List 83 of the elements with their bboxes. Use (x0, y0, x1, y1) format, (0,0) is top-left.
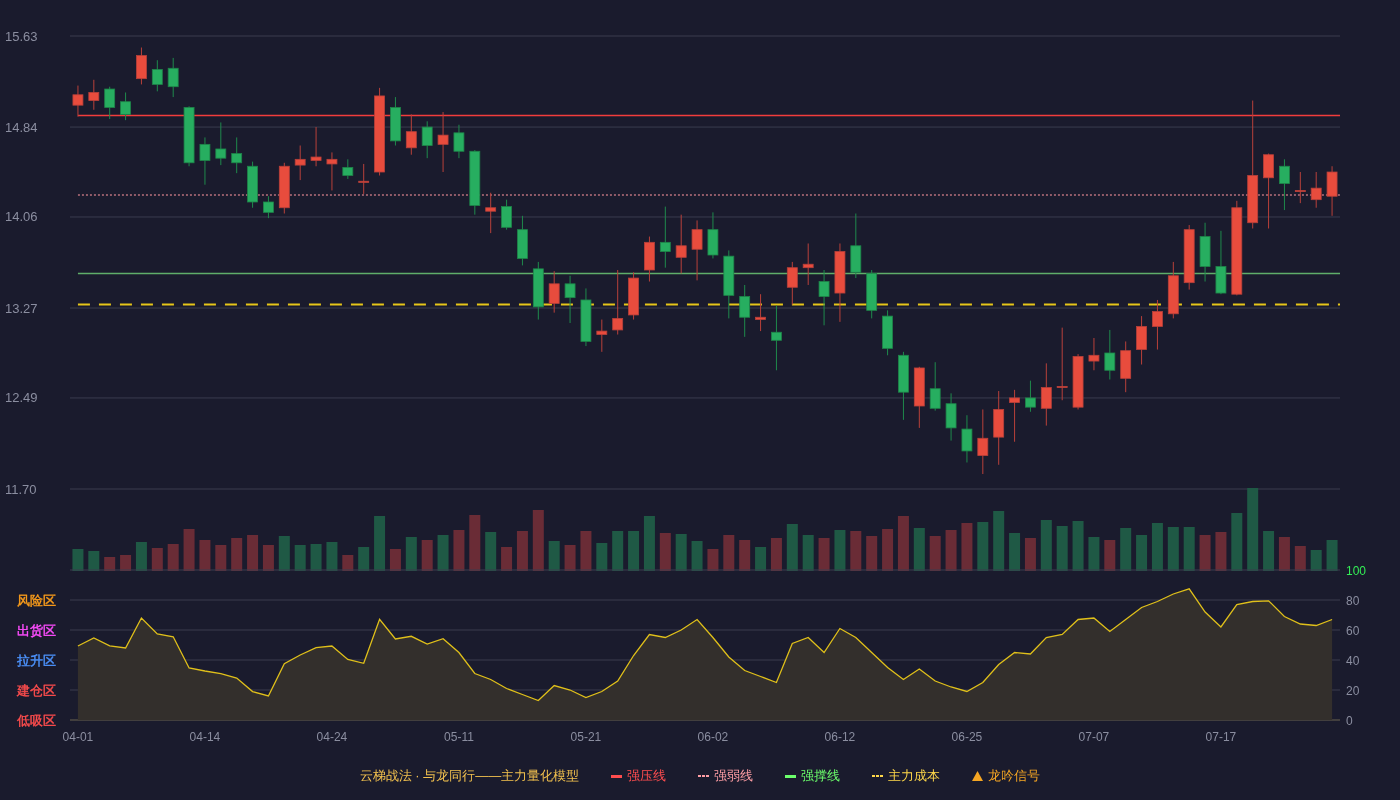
candlestick (659, 206, 671, 269)
candlestick (755, 293, 766, 332)
candlestick (1294, 171, 1306, 204)
candlestick (263, 195, 274, 219)
date-axis-label: 05-11 (444, 730, 474, 744)
date-axis-label: 04-14 (189, 730, 221, 744)
legend-title: 云梯战法 · 与龙同行——主力量化模型 (359, 767, 580, 785)
candlestick (358, 163, 370, 195)
oscillator-axis-label: 100 (1346, 563, 1367, 578)
candlestick (1152, 299, 1163, 351)
legend-label: 龙吟信号 (988, 767, 1041, 785)
oscillator-axis-label: 0 (1346, 713, 1353, 728)
zone-label: 建仓区 (17, 683, 56, 698)
date-axis-label: 06-02 (697, 730, 729, 744)
candlestick (548, 270, 560, 314)
legend-label: 强撑线 (801, 767, 841, 785)
candlestick (310, 126, 322, 167)
candlestick (1104, 329, 1116, 380)
oscillator-axis-label: 40 (1346, 653, 1360, 668)
price-axis-label: 15.63 (5, 28, 38, 44)
candlestick (501, 199, 512, 231)
candlestick (294, 145, 306, 181)
candlestick (1088, 337, 1100, 371)
candlestick (564, 275, 576, 324)
candlestick (786, 261, 798, 306)
oscillator-axis-label: 60 (1346, 623, 1360, 638)
candlestick (1310, 171, 1322, 209)
oscillator-axis-label: 20 (1346, 683, 1360, 698)
candlestick (675, 214, 687, 274)
date-axis-label: 06-25 (951, 730, 983, 744)
zone-label: 出货区 (17, 623, 56, 638)
price-axis-label: 11.70 (5, 481, 37, 497)
candlestick (1056, 327, 1068, 401)
candlestick (1136, 315, 1147, 366)
candlestick (596, 319, 608, 353)
candlestick (136, 47, 147, 85)
candlestick (1040, 362, 1052, 427)
zone-label: 低吸区 (17, 713, 56, 728)
price-axis-label: 12.49 (5, 390, 38, 406)
candlestick (405, 113, 417, 156)
candlestick (72, 85, 84, 118)
zone-label: 风险区 (17, 593, 56, 608)
date-axis-label: 04-24 (316, 730, 348, 744)
zone-label: 拉升区 (17, 653, 56, 668)
candlestick (104, 86, 116, 120)
candlestick (437, 111, 449, 173)
legend-label: 强压线 (627, 767, 667, 785)
candlestick (231, 136, 243, 174)
candlestick (120, 91, 131, 121)
candlestick (326, 151, 338, 191)
candlestick (167, 57, 179, 98)
candlestick (1009, 389, 1020, 443)
candlestick (88, 79, 100, 111)
candlestick (342, 158, 354, 180)
candlestick (1025, 380, 1036, 413)
legend-label: 强弱线 (714, 767, 754, 785)
date-axis-label: 06-12 (824, 730, 856, 744)
candlestick (771, 305, 782, 371)
date-axis-label: 07-17 (1205, 730, 1237, 744)
candlestick (929, 361, 941, 412)
candlestick (691, 219, 703, 281)
candlestick (612, 269, 624, 336)
candlestick (215, 121, 227, 166)
candlestick (199, 136, 211, 186)
legend-label: 主力成本 (888, 767, 941, 785)
candlestick (977, 408, 989, 475)
candlestick (485, 192, 497, 234)
date-axis-label: 04-01 (62, 730, 94, 744)
oscillator-axis-label: 80 (1346, 593, 1360, 608)
candlestick (802, 242, 814, 286)
candlestick (151, 59, 163, 92)
candlestick (1279, 158, 1290, 211)
price-axis-label: 14.84 (5, 119, 38, 135)
candlestick (961, 414, 973, 463)
price-axis-label: 14.06 (5, 209, 38, 225)
date-axis-label: 05-21 (570, 730, 602, 744)
candlestick (739, 284, 751, 338)
candlestick (818, 269, 830, 326)
candlestick (453, 124, 465, 159)
candlestick (1263, 153, 1274, 229)
price-axis-label: 13.27 (5, 300, 38, 316)
date-axis-label: 07-07 (1078, 730, 1110, 744)
candlestick (421, 120, 433, 159)
